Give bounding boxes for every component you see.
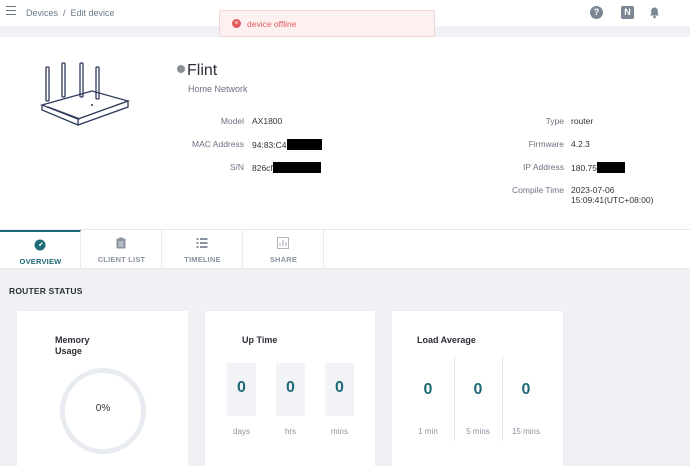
load-5min-value: 0 — [473, 381, 483, 398]
share-chart-icon — [277, 237, 289, 249]
redaction-mask — [597, 162, 625, 173]
up-time-mins-value: 0 — [335, 379, 344, 396]
sn-label: S/N — [229, 162, 244, 172]
redaction-mask — [286, 139, 322, 150]
router-status-title: ROUTER STATUS — [9, 286, 83, 296]
type-label: Type — [545, 116, 564, 126]
toast-message: device offline — [247, 19, 297, 29]
gauge-icon — [34, 239, 46, 251]
firmware-value: 4.2.3 — [571, 139, 590, 149]
tab-share[interactable]: SHARE — [243, 230, 324, 269]
compile-time-label: Compile Time — [512, 185, 564, 195]
sn-value: 826cf — [252, 163, 273, 173]
tab-label: CLIENT LIST — [97, 255, 146, 264]
model-label: Model — [220, 116, 244, 126]
breadcrumb-current: Edit device — [70, 8, 115, 18]
help-icon[interactable]: ? — [590, 6, 603, 19]
device-info-panel: Flint Home Network Model AX1800 MAC Addr… — [0, 37, 690, 230]
menu-icon[interactable] — [6, 6, 16, 16]
breadcrumb: Devices / Edit device — [26, 8, 115, 18]
up-time-hours-value: 0 — [286, 379, 295, 396]
sn-field: 826cf — [252, 162, 321, 173]
load-15min-value: 0 — [521, 381, 531, 398]
up-time-days-unit: days — [233, 427, 250, 436]
tab-label: OVERVIEW — [19, 257, 62, 266]
load-1min-unit: 1 min — [418, 427, 438, 436]
redaction-mask — [272, 162, 321, 173]
model-value: AX1800 — [252, 116, 283, 126]
router-image — [39, 61, 131, 133]
breadcrumb-devices-link[interactable]: Devices — [26, 8, 58, 18]
load-divider — [454, 356, 455, 441]
offline-status-icon — [177, 65, 185, 73]
up-time-days-value: 0 — [237, 379, 246, 396]
type-value: router — [571, 116, 594, 126]
load-average-card: Load Average 0 1 min 0 5 mins 0 15 mins — [392, 311, 563, 466]
load-15min-unit: 15 mins — [511, 427, 540, 436]
load-5min-unit: 5 mins — [466, 427, 490, 436]
offline-toast: × device offline — [219, 10, 435, 37]
mac-field: 94:83:C4 — [252, 139, 322, 150]
mac-value: 94:83:C4 — [252, 140, 287, 150]
tab-client-list[interactable]: CLIENT LIST — [81, 230, 162, 269]
memory-usage-title: Memory Usage — [55, 335, 90, 356]
memory-usage-value: 0% — [95, 403, 111, 414]
device-title: Flint — [177, 62, 217, 80]
clipboard-icon — [116, 237, 126, 249]
mac-label: MAC Address — [192, 139, 244, 149]
up-time-title: Up Time — [242, 335, 278, 345]
firmware-label: Firmware — [528, 139, 564, 149]
up-time-hours-unit: hrs — [284, 427, 297, 436]
list-icon — [196, 238, 208, 248]
notes-icon[interactable]: N — [621, 6, 634, 19]
load-average-title: Load Average — [417, 335, 476, 345]
device-group: Home Network — [188, 84, 248, 94]
tab-label: SHARE — [269, 255, 298, 264]
device-name: Flint — [187, 62, 218, 79]
up-time-mins-unit: mins — [331, 427, 348, 436]
tab-overview[interactable]: OVERVIEW — [0, 230, 81, 269]
compile-time-value: 2023-07-06 15:09:41(UTC+08:00) — [571, 185, 654, 205]
device-tabs: OVERVIEW CLIENT LIST TIMELINE SHARE — [0, 230, 690, 269]
up-time-card: Up Time 0 days 0 hrs 0 mins — [205, 311, 375, 466]
bell-icon[interactable] — [648, 6, 661, 19]
tab-timeline[interactable]: TIMELINE — [162, 230, 243, 269]
error-icon: × — [232, 19, 241, 28]
ip-field: 180.75 — [571, 162, 625, 173]
ip-value: 180.75 — [571, 163, 597, 173]
tab-label: TIMELINE — [184, 255, 221, 264]
load-divider — [502, 356, 503, 441]
memory-usage-card: Memory Usage 0% — [17, 311, 188, 466]
load-1min-value: 0 — [423, 381, 433, 398]
ip-label: IP Address — [523, 162, 564, 172]
breadcrumb-separator: / — [63, 8, 66, 18]
